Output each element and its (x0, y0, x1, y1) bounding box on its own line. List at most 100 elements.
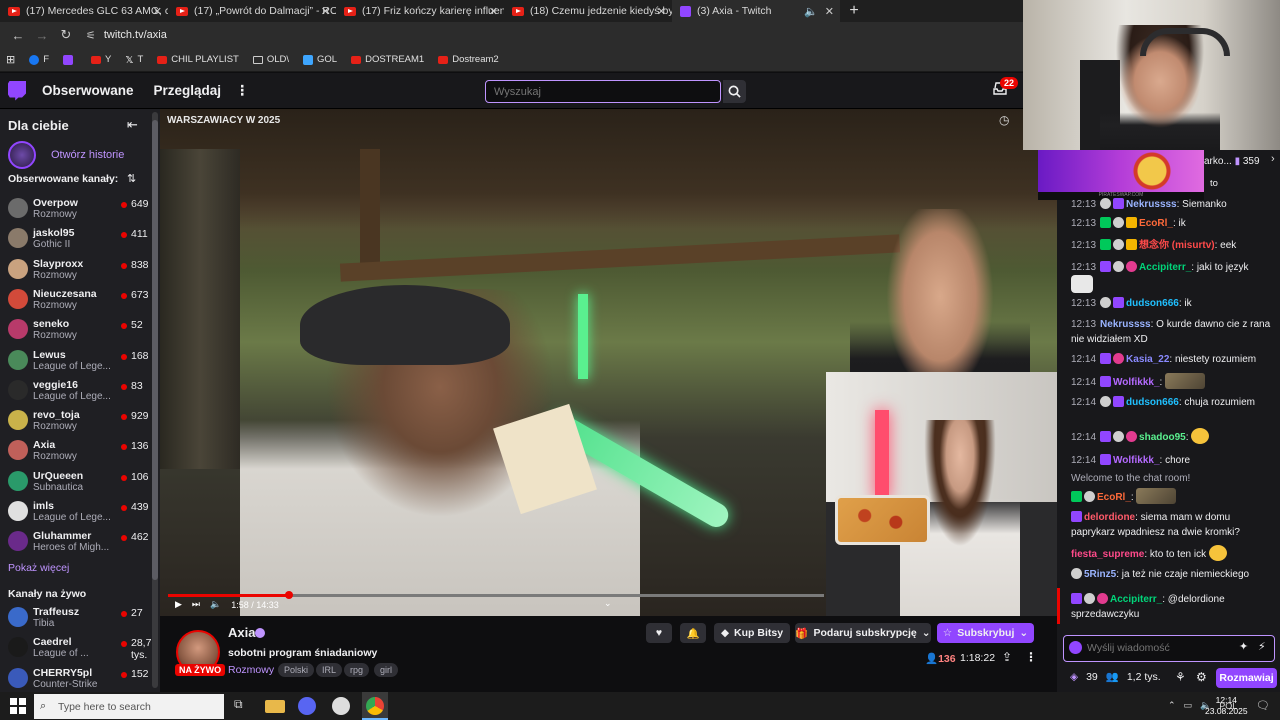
chat-username[interactable]: Accipiterr_ (1110, 594, 1162, 605)
chat-badge-icon[interactable] (1113, 431, 1125, 442)
bookmark-item[interactable]: GOL (303, 54, 337, 65)
chat-username[interactable]: 5Rinz5 (1084, 569, 1116, 580)
chat-badge-icon[interactable] (1126, 239, 1138, 250)
network-icon[interactable]: ▭ (1184, 700, 1193, 711)
new-tab-button[interactable]: + (844, 2, 864, 20)
close-icon[interactable]: ✕ (153, 5, 162, 18)
close-icon[interactable]: ✕ (657, 5, 666, 18)
reload-icon[interactable]: ↻ (54, 27, 78, 43)
sidebar-channel[interactable]: seneko Rozmowy 52 (8, 315, 153, 345)
browser-tab[interactable]: (17) Mercedes GLC 63 AMG, cz...✕ (0, 0, 168, 22)
chat-badge-icon[interactable] (1100, 261, 1112, 272)
emote-icon[interactable] (1208, 545, 1227, 561)
sidebar-channel[interactable]: veggie16 League of Lege... 83 (8, 376, 153, 406)
chat-badge-icon[interactable] (1069, 641, 1082, 654)
bookmark-item[interactable]: Y (91, 54, 111, 65)
chat-badge-icon[interactable] (1071, 511, 1082, 522)
chat-username[interactable]: dudson666 (1126, 298, 1179, 309)
sidebar-channel[interactable]: UrQueeen Subnautica 106 (8, 467, 153, 497)
chat-badge-icon[interactable] (1100, 396, 1112, 407)
forward-icon[interactable]: → (30, 28, 54, 43)
volume-icon[interactable]: 🔈 (210, 599, 221, 610)
sidebar-live-channel[interactable]: Caedrel League of ... 28,7 tys. (8, 633, 153, 663)
discord-icon[interactable] (298, 697, 316, 715)
browser-tab-active[interactable]: (3) Axia - Twitch 🔈 ✕ (672, 0, 840, 22)
chat-badge-icon[interactable] (1100, 239, 1112, 250)
collapse-sidebar-icon[interactable]: ⇤ (127, 117, 138, 133)
close-icon[interactable]: ✕ (321, 5, 330, 18)
bookmark-item[interactable]: 𝕏T (125, 54, 143, 66)
sidebar-channel[interactable]: Nieuczesana Rozmowy 673 (8, 285, 153, 315)
close-icon[interactable]: ✕ (489, 5, 498, 18)
gift-sub-button[interactable]: 🎁 Podaruj subskrypcję ⌄ (795, 623, 931, 643)
chat-badge-icon[interactable] (1100, 297, 1112, 308)
sidebar-scroll-thumb[interactable] (152, 120, 158, 580)
browser-tab[interactable]: (17) Friz kończy karierę influen... ✕ (336, 0, 504, 22)
emote-icon[interactable] (1136, 488, 1177, 504)
chat-username[interactable]: Nekrussss (1126, 199, 1177, 210)
chat-badge-icon[interactable] (1100, 376, 1112, 387)
task-view-icon[interactable]: ⧉ (234, 697, 254, 715)
buy-bits-button[interactable]: ◆ Kup Bitsy (714, 623, 790, 643)
tag[interactable]: rpg (344, 663, 370, 677)
chat-badge-icon[interactable] (1071, 568, 1082, 579)
follow-button[interactable]: ♥ (646, 623, 672, 643)
bookmark-item[interactable]: Dostream2 (438, 54, 499, 65)
sort-icon[interactable]: ⇅ (127, 172, 136, 185)
chat-username[interactable]: dudson666 (1126, 397, 1179, 408)
twitch-logo-icon[interactable] (8, 80, 26, 101)
video-progress-handle[interactable] (285, 591, 293, 599)
apps-icon[interactable]: ⊞ (6, 53, 15, 66)
hype-train-info[interactable]: arko... ▮ 359 (1204, 156, 1260, 167)
nav-browse[interactable]: Przeglądaj (154, 83, 222, 98)
speaker-icon[interactable]: 🔈 (804, 5, 818, 18)
channel-points-icon[interactable]: ◈ (1070, 671, 1078, 683)
chat-badge-icon[interactable] (1113, 239, 1125, 250)
chat-badge-icon[interactable] (1113, 261, 1125, 272)
chat-badge-icon[interactable] (1071, 491, 1082, 502)
chat-badge-icon[interactable] (1113, 297, 1125, 308)
hype-icon[interactable]: ⚘ (1175, 670, 1186, 684)
browser-tab[interactable]: (17) „Powrót do Dalmacji” - RO... ✕ (168, 0, 336, 22)
open-stories-button[interactable]: Otwórz historie (8, 141, 124, 169)
windows-start-icon[interactable] (10, 698, 26, 714)
chat-badge-icon[interactable] (1071, 593, 1082, 604)
sidebar-channel[interactable]: Gluhammer Heroes of Migh... 462 (8, 527, 153, 557)
chevron-down-icon[interactable]: ⌄ (604, 598, 612, 609)
emote-picker-icon[interactable]: ✦ (1239, 640, 1248, 653)
chat-badge-icon[interactable] (1113, 396, 1125, 407)
chat-badge-icon[interactable] (1084, 593, 1095, 604)
play-icon[interactable]: ▶ (175, 599, 182, 610)
chat-badge-icon[interactable] (1097, 593, 1108, 604)
close-icon[interactable]: ✕ (825, 5, 834, 18)
chat-badge-icon[interactable] (1126, 217, 1138, 228)
notify-button[interactable]: 🔔 (680, 623, 706, 643)
subscribe-button[interactable]: ☆ Subskrybuj ⌄ (937, 623, 1034, 643)
chat-badge-icon[interactable] (1100, 431, 1112, 442)
more-options-icon[interactable]: ⋮ (1025, 650, 1037, 664)
bookmark-item[interactable]: CHIL PLAYLIST (157, 54, 239, 65)
emote-icon[interactable] (1071, 275, 1093, 293)
bookmark-item[interactable]: F (29, 54, 49, 65)
bookmark-item[interactable] (63, 54, 77, 65)
streamer-name[interactable]: Axia (228, 625, 255, 640)
file-explorer-icon[interactable] (265, 700, 285, 713)
chat-username[interactable]: EcoRl_ (1139, 218, 1173, 229)
nav-followed[interactable]: Obserwowane (42, 83, 134, 98)
search-input[interactable] (485, 80, 721, 103)
taskbar-search[interactable]: Type here to search (34, 694, 224, 719)
chat-username[interactable]: Kasia_22 (1126, 354, 1169, 365)
chat-username[interactable]: EcoRl_ (1097, 492, 1131, 503)
chat-badge-icon[interactable] (1113, 198, 1125, 209)
chat-badge-icon[interactable] (1100, 217, 1112, 228)
taskbar-clock[interactable]: 12:14 23.08.2025 (1205, 695, 1248, 717)
chat-badge-icon[interactable] (1126, 261, 1138, 272)
chat-username[interactable]: Wolfikkk_ (1113, 455, 1160, 466)
search-button[interactable] (723, 80, 746, 103)
share-icon[interactable]: ⇪ (1002, 650, 1012, 664)
chat-badge-icon[interactable] (1113, 217, 1125, 228)
more-menu-icon[interactable]: ⋮ (235, 82, 249, 99)
sidebar-channel[interactable]: revo_toja Rozmowy 929 (8, 406, 153, 436)
tag[interactable]: IRL (316, 663, 343, 677)
app-icon[interactable] (332, 697, 350, 715)
